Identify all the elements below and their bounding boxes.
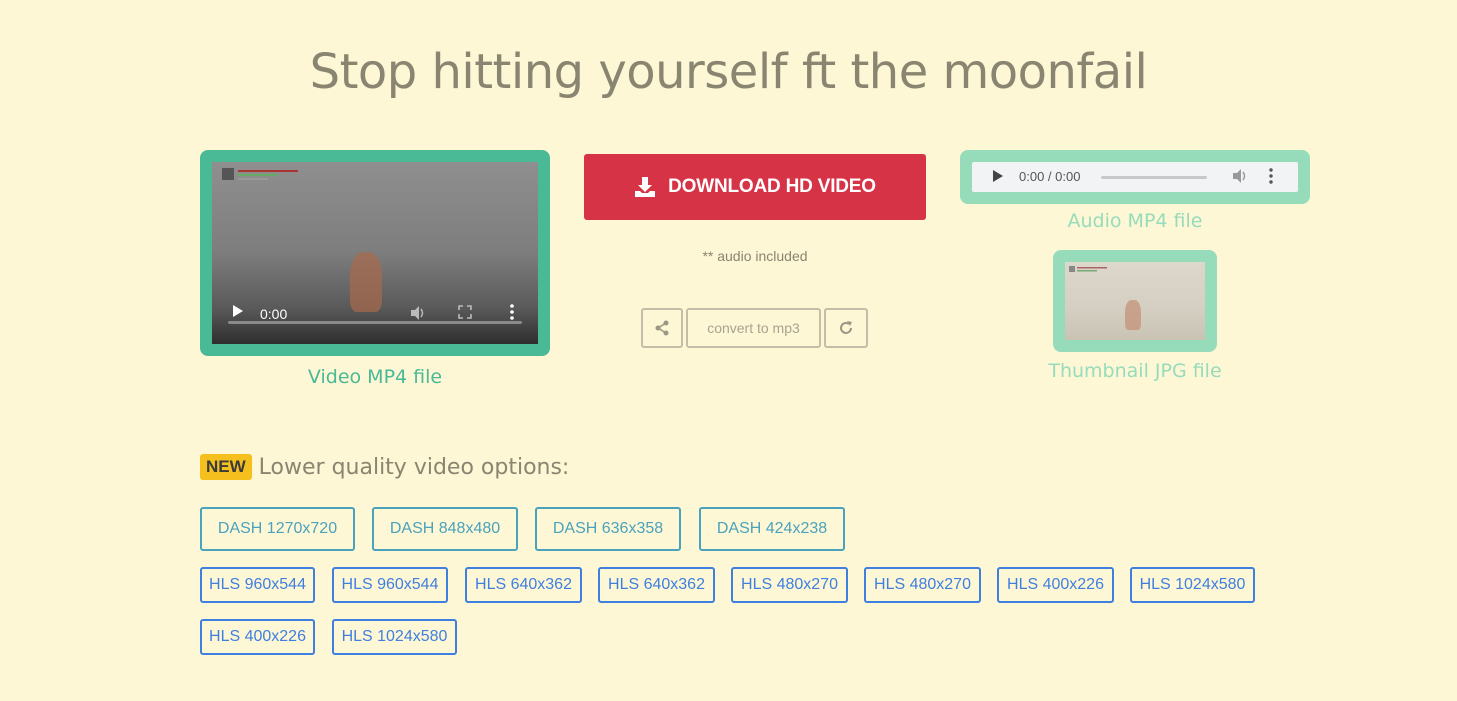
dash-option[interactable]: DASH 1270x720 [200, 507, 355, 551]
download-icon [635, 177, 656, 197]
video-player[interactable]: 0:00 [212, 162, 538, 344]
hls-option[interactable]: HLS 480x270 [864, 567, 981, 603]
audio-volume-icon[interactable] [1232, 168, 1248, 187]
thumbnail-card[interactable] [1053, 250, 1217, 352]
audio-play-icon[interactable] [992, 169, 1004, 186]
hls-option[interactable]: HLS 400x226 [200, 619, 315, 655]
video-progress-bar[interactable] [228, 321, 522, 324]
video-card: 0:00 [200, 150, 550, 356]
hls-option[interactable]: HLS 960x544 [200, 567, 315, 603]
download-hd-button[interactable]: DOWNLOAD HD VIDEO [584, 154, 926, 220]
refresh-button[interactable] [824, 308, 868, 348]
video-hud-graphic [222, 168, 302, 182]
thumbnail-image [1065, 262, 1205, 340]
hls-option[interactable]: HLS 1024x580 [1130, 567, 1255, 603]
hls-option[interactable]: HLS 640x362 [465, 567, 582, 603]
thumbnail-figure [1125, 300, 1141, 330]
audio-note: ** audio included [702, 248, 808, 264]
play-icon[interactable] [232, 304, 244, 321]
audio-track[interactable] [1101, 176, 1207, 179]
page-title: Stop hitting yourself ft the moonfail [309, 44, 1148, 100]
refresh-icon [840, 321, 852, 334]
dash-option[interactable]: DASH 424x238 [699, 507, 845, 551]
convert-mp3-button[interactable]: convert to mp3 [686, 308, 821, 348]
audio-card: 0:00 / 0:00 [960, 150, 1310, 204]
lower-quality-header: NEW Lower quality video options: [200, 454, 569, 480]
hls-option[interactable]: HLS 960x544 [332, 567, 448, 603]
fullscreen-icon[interactable] [458, 305, 472, 322]
hls-option[interactable]: HLS 640x362 [598, 567, 715, 603]
new-badge: NEW [200, 454, 252, 480]
share-button[interactable] [641, 308, 683, 348]
audio-label[interactable]: Audio MP4 file [960, 210, 1310, 232]
thumbnail-label[interactable]: Thumbnail JPG file [960, 360, 1310, 382]
hls-option[interactable]: HLS 480x270 [731, 567, 848, 603]
video-time: 0:00 [260, 306, 288, 322]
video-label[interactable]: Video MP4 file [200, 366, 550, 388]
hls-option[interactable]: HLS 400x226 [997, 567, 1114, 603]
dash-option[interactable]: DASH 848x480 [372, 507, 518, 551]
download-label: DOWNLOAD HD VIDEO [668, 176, 876, 197]
audio-more-icon[interactable] [1269, 168, 1273, 187]
audio-player[interactable]: 0:00 / 0:00 [972, 162, 1298, 192]
lower-quality-title: Lower quality video options: [258, 454, 570, 480]
dash-option[interactable]: DASH 636x358 [535, 507, 681, 551]
share-icon [655, 320, 669, 336]
hls-option[interactable]: HLS 1024x580 [332, 619, 457, 655]
video-controls: 0:00 [212, 294, 538, 344]
audio-time: 0:00 / 0:00 [1019, 169, 1081, 184]
